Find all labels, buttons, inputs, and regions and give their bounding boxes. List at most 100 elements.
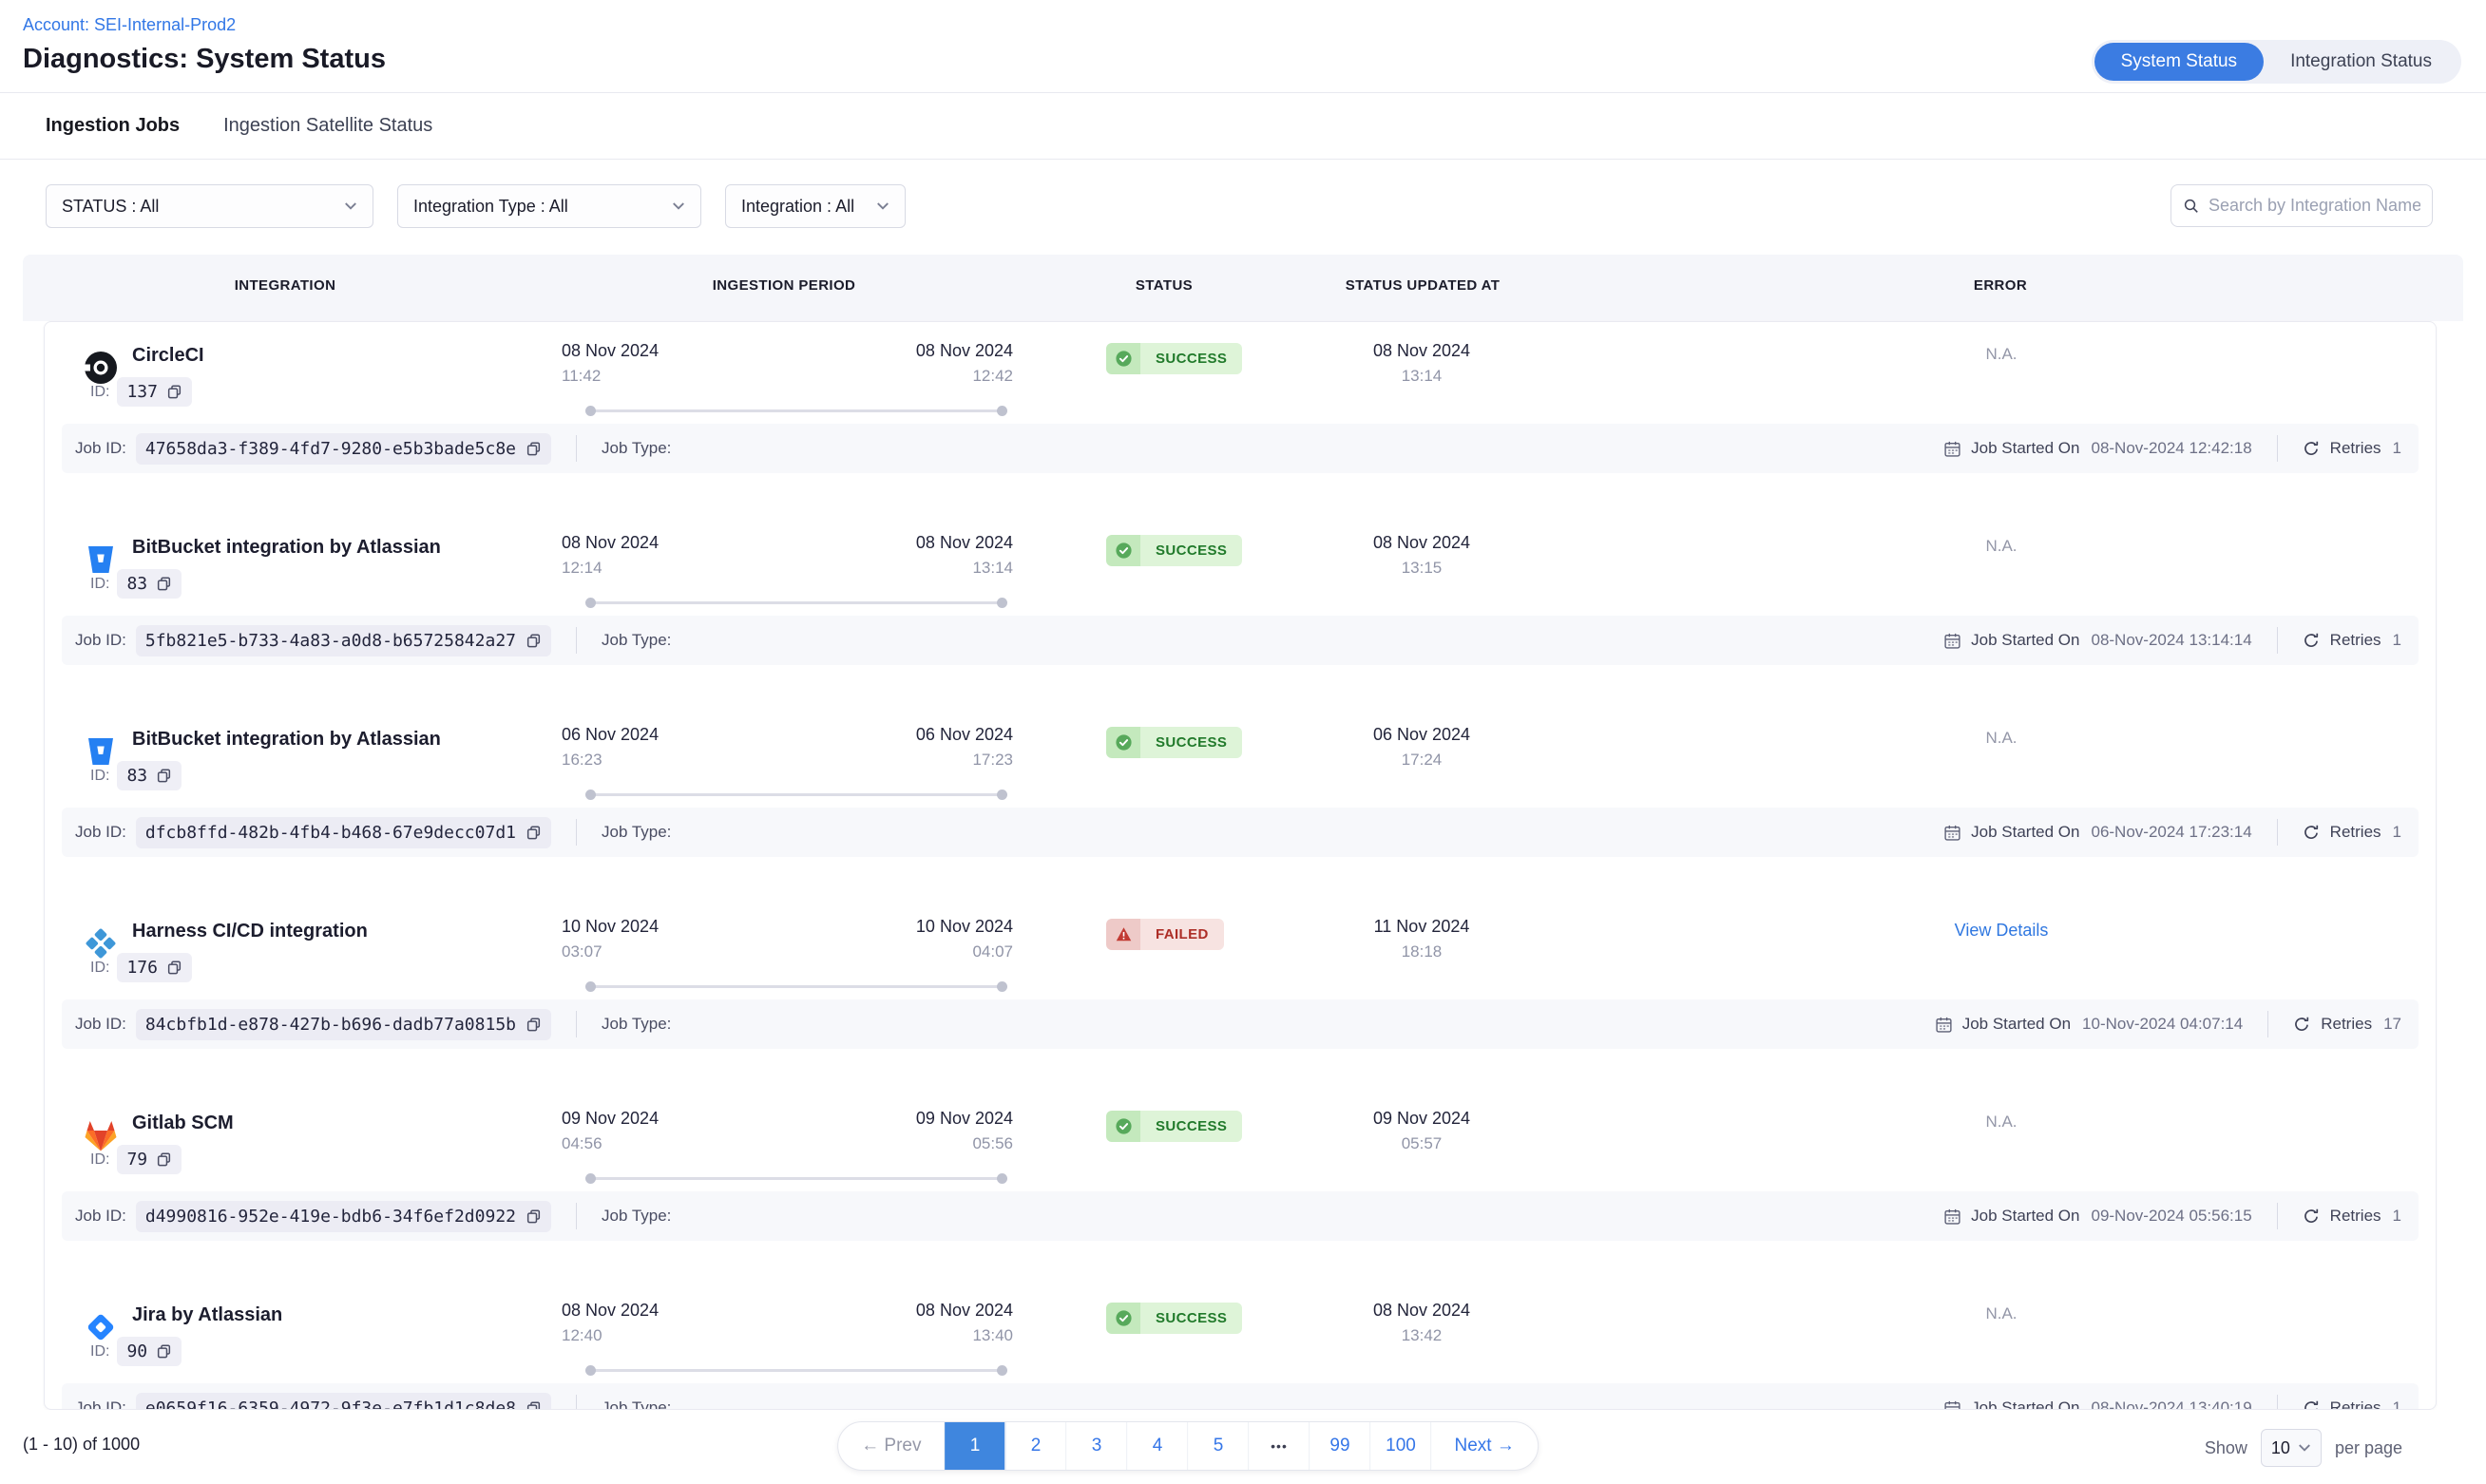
page-button-5[interactable]: 5 — [1189, 1422, 1250, 1470]
copy-icon[interactable] — [526, 441, 542, 457]
ingestion-period-slider — [587, 1365, 1005, 1376]
divider — [576, 1011, 577, 1037]
ingestion-period-slider — [587, 406, 1005, 416]
calendar-icon — [1943, 440, 1961, 458]
copy-icon[interactable] — [526, 1208, 542, 1225]
slider-end-handle[interactable] — [997, 1365, 1007, 1376]
period-end-time: 13:14 — [870, 559, 1013, 578]
integration-id-line: ID: 137 — [90, 377, 192, 407]
page-button-100[interactable]: 100 — [1371, 1422, 1432, 1470]
integration-id-pill: 83 — [117, 569, 182, 599]
copy-icon[interactable] — [156, 1151, 172, 1168]
job-id-pill: dfcb8ffd-482b-4fb4-b468-67e9decc07d1 — [136, 817, 551, 848]
copy-icon[interactable] — [526, 1400, 542, 1411]
period-start-date: 10 Nov 2024 — [562, 917, 659, 937]
period-start-time: 12:40 — [562, 1326, 659, 1345]
copy-icon[interactable] — [156, 576, 172, 592]
page-button-2[interactable]: 2 — [1006, 1422, 1067, 1470]
slider-end-handle[interactable] — [997, 981, 1007, 992]
slider-start-handle[interactable] — [585, 1365, 596, 1376]
period-end-time: 04:07 — [870, 942, 1013, 961]
page-size-select[interactable]: 10 — [2261, 1429, 2322, 1467]
integration-type-filter-dropdown[interactable]: Integration Type : All — [397, 184, 701, 228]
slider-end-handle[interactable] — [997, 1173, 1007, 1184]
id-label: ID: — [90, 1151, 109, 1169]
job-type-label: Job Type: — [602, 1015, 671, 1034]
integration-status-toggle[interactable]: Integration Status — [2264, 43, 2458, 81]
updated-date: 08 Nov 2024 — [1346, 533, 1498, 553]
job-type-label: Job Type: — [602, 631, 671, 650]
job-type-label: Job Type: — [602, 1398, 671, 1410]
col-ingestion-period: INGESTION PERIOD — [713, 277, 856, 294]
integration-id-pill: 90 — [117, 1337, 182, 1366]
job-id-pill: 84cbfb1d-e878-427b-b696-dadb77a0815b — [136, 1009, 551, 1040]
copy-icon[interactable] — [166, 384, 182, 400]
slider-start-handle[interactable] — [585, 406, 596, 416]
tab-ingestion-satellite-status[interactable]: Ingestion Satellite Status — [223, 115, 432, 137]
divider — [576, 435, 577, 462]
slider-start-handle[interactable] — [585, 598, 596, 608]
status-updated-at: 08 Nov 2024 13:15 — [1346, 533, 1498, 578]
page-button-99[interactable]: 99 — [1310, 1422, 1371, 1470]
slider-end-handle[interactable] — [997, 406, 1007, 416]
status-updated-at: 08 Nov 2024 13:14 — [1346, 341, 1498, 386]
page-ellipsis: ••• — [1250, 1422, 1310, 1470]
copy-icon[interactable] — [526, 633, 542, 649]
copy-icon[interactable] — [526, 1017, 542, 1033]
period-start-time: 11:42 — [562, 367, 659, 386]
retries-count: 1 — [2393, 1398, 2401, 1410]
slider-start-handle[interactable] — [585, 981, 596, 992]
job-started-on-value: 08-Nov-2024 13:14:14 — [2091, 631, 2251, 650]
slider-end-handle[interactable] — [997, 790, 1007, 800]
id-label: ID: — [90, 768, 109, 785]
job-started-on-label: Job Started On — [1971, 1207, 2079, 1226]
updated-date: 09 Nov 2024 — [1346, 1109, 1498, 1129]
slider-start-handle[interactable] — [585, 790, 596, 800]
copy-icon[interactable] — [156, 1343, 172, 1360]
tab-ingestion-jobs[interactable]: Ingestion Jobs — [46, 115, 180, 137]
job-started-on-label: Job Started On — [1971, 823, 2079, 842]
account-link[interactable]: Account: SEI-Internal-Prod2 — [23, 15, 2461, 35]
updated-date: 11 Nov 2024 — [1346, 917, 1498, 937]
copy-icon[interactable] — [166, 960, 182, 976]
divider — [2277, 1203, 2278, 1229]
copy-icon[interactable] — [526, 825, 542, 841]
period-start-date: 06 Nov 2024 — [562, 725, 659, 745]
id-label: ID: — [90, 1343, 109, 1360]
job-id-label: Job ID: — [75, 439, 126, 458]
job-started-on-label: Job Started On — [1971, 631, 2079, 650]
period-start-date: 08 Nov 2024 — [562, 533, 659, 553]
integration-id-pill: 137 — [117, 377, 192, 407]
job-id-label: Job ID: — [75, 1015, 126, 1034]
slider-end-handle[interactable] — [997, 598, 1007, 608]
page-button-3[interactable]: 3 — [1067, 1422, 1128, 1470]
status-filter-dropdown[interactable]: STATUS : All — [46, 184, 373, 228]
calendar-icon — [1943, 632, 1961, 650]
page-button-1[interactable]: 1 — [946, 1422, 1006, 1470]
page-button-4[interactable]: 4 — [1128, 1422, 1189, 1470]
period-start-time: 03:07 — [562, 942, 659, 961]
job-id-pill: 5fb821e5-b733-4a83-a0d8-b65725842a27 — [136, 625, 551, 656]
retries-icon — [2303, 632, 2321, 650]
copy-icon[interactable] — [156, 768, 172, 784]
divider — [2277, 1395, 2278, 1410]
prev-page-button[interactable]: ← Prev — [838, 1422, 945, 1470]
status-updated-at: 09 Nov 2024 05:57 — [1346, 1109, 1498, 1153]
slider-start-handle[interactable] — [585, 1173, 596, 1184]
period-start-time: 16:23 — [562, 751, 659, 770]
search-input[interactable] — [2209, 196, 2420, 216]
per-page-label: per page — [2335, 1438, 2402, 1458]
next-page-button[interactable]: Next → — [1432, 1422, 1538, 1470]
check-circle-icon — [1116, 734, 1132, 751]
view-details-link[interactable]: View Details — [1897, 921, 2106, 941]
integration-name: Harness CI/CD integration — [132, 921, 368, 942]
retries-icon — [2293, 1016, 2311, 1034]
integration-type-filter-label: Integration Type : All — [413, 197, 568, 217]
integration-filter-dropdown[interactable]: Integration : All — [725, 184, 906, 228]
status-icon — [1106, 1111, 1140, 1142]
job-details-footer: Job ID: e0659f16-6359-4972-9f3e-e7fb1d1c… — [62, 1383, 2419, 1410]
system-status-toggle[interactable]: System Status — [2094, 43, 2265, 81]
chevron-down-icon — [344, 201, 357, 211]
integration-name: Gitlab SCM — [132, 1113, 234, 1134]
retries-count: 1 — [2393, 439, 2401, 458]
